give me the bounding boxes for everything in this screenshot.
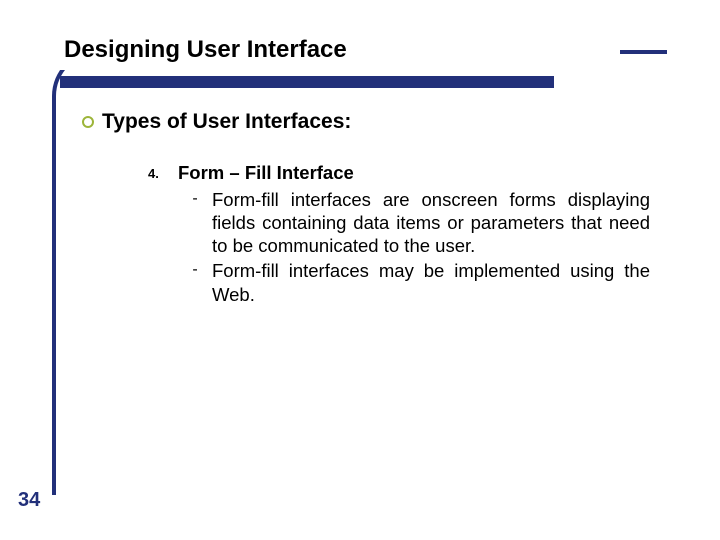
dash-icon: - <box>178 259 212 279</box>
sub-point: - Form-fill interfaces are onscreen form… <box>178 188 650 257</box>
sub-point: - Form-fill interfaces may be implemente… <box>178 259 650 305</box>
page-number: 34 <box>18 489 40 512</box>
list-item-body: Form – Fill Interface - Form-fill interf… <box>178 162 650 308</box>
dash-icon: - <box>178 188 212 208</box>
list-item-heading: Form – Fill Interface <box>178 162 650 184</box>
slide-title: Designing User Interface <box>64 36 347 64</box>
list-item-number: 4. <box>148 162 178 181</box>
bullet-ring-icon <box>82 116 94 128</box>
section-subhead: Types of User Interfaces: <box>102 110 351 134</box>
list-item: 4. Form – Fill Interface - Form-fill int… <box>148 162 650 308</box>
sub-point-text: Form-fill interfaces may be implemented … <box>212 259 650 305</box>
sub-point-text: Form-fill interfaces are onscreen forms … <box>212 188 650 257</box>
content-list: 4. Form – Fill Interface - Form-fill int… <box>148 162 650 308</box>
title-underline <box>60 76 554 88</box>
